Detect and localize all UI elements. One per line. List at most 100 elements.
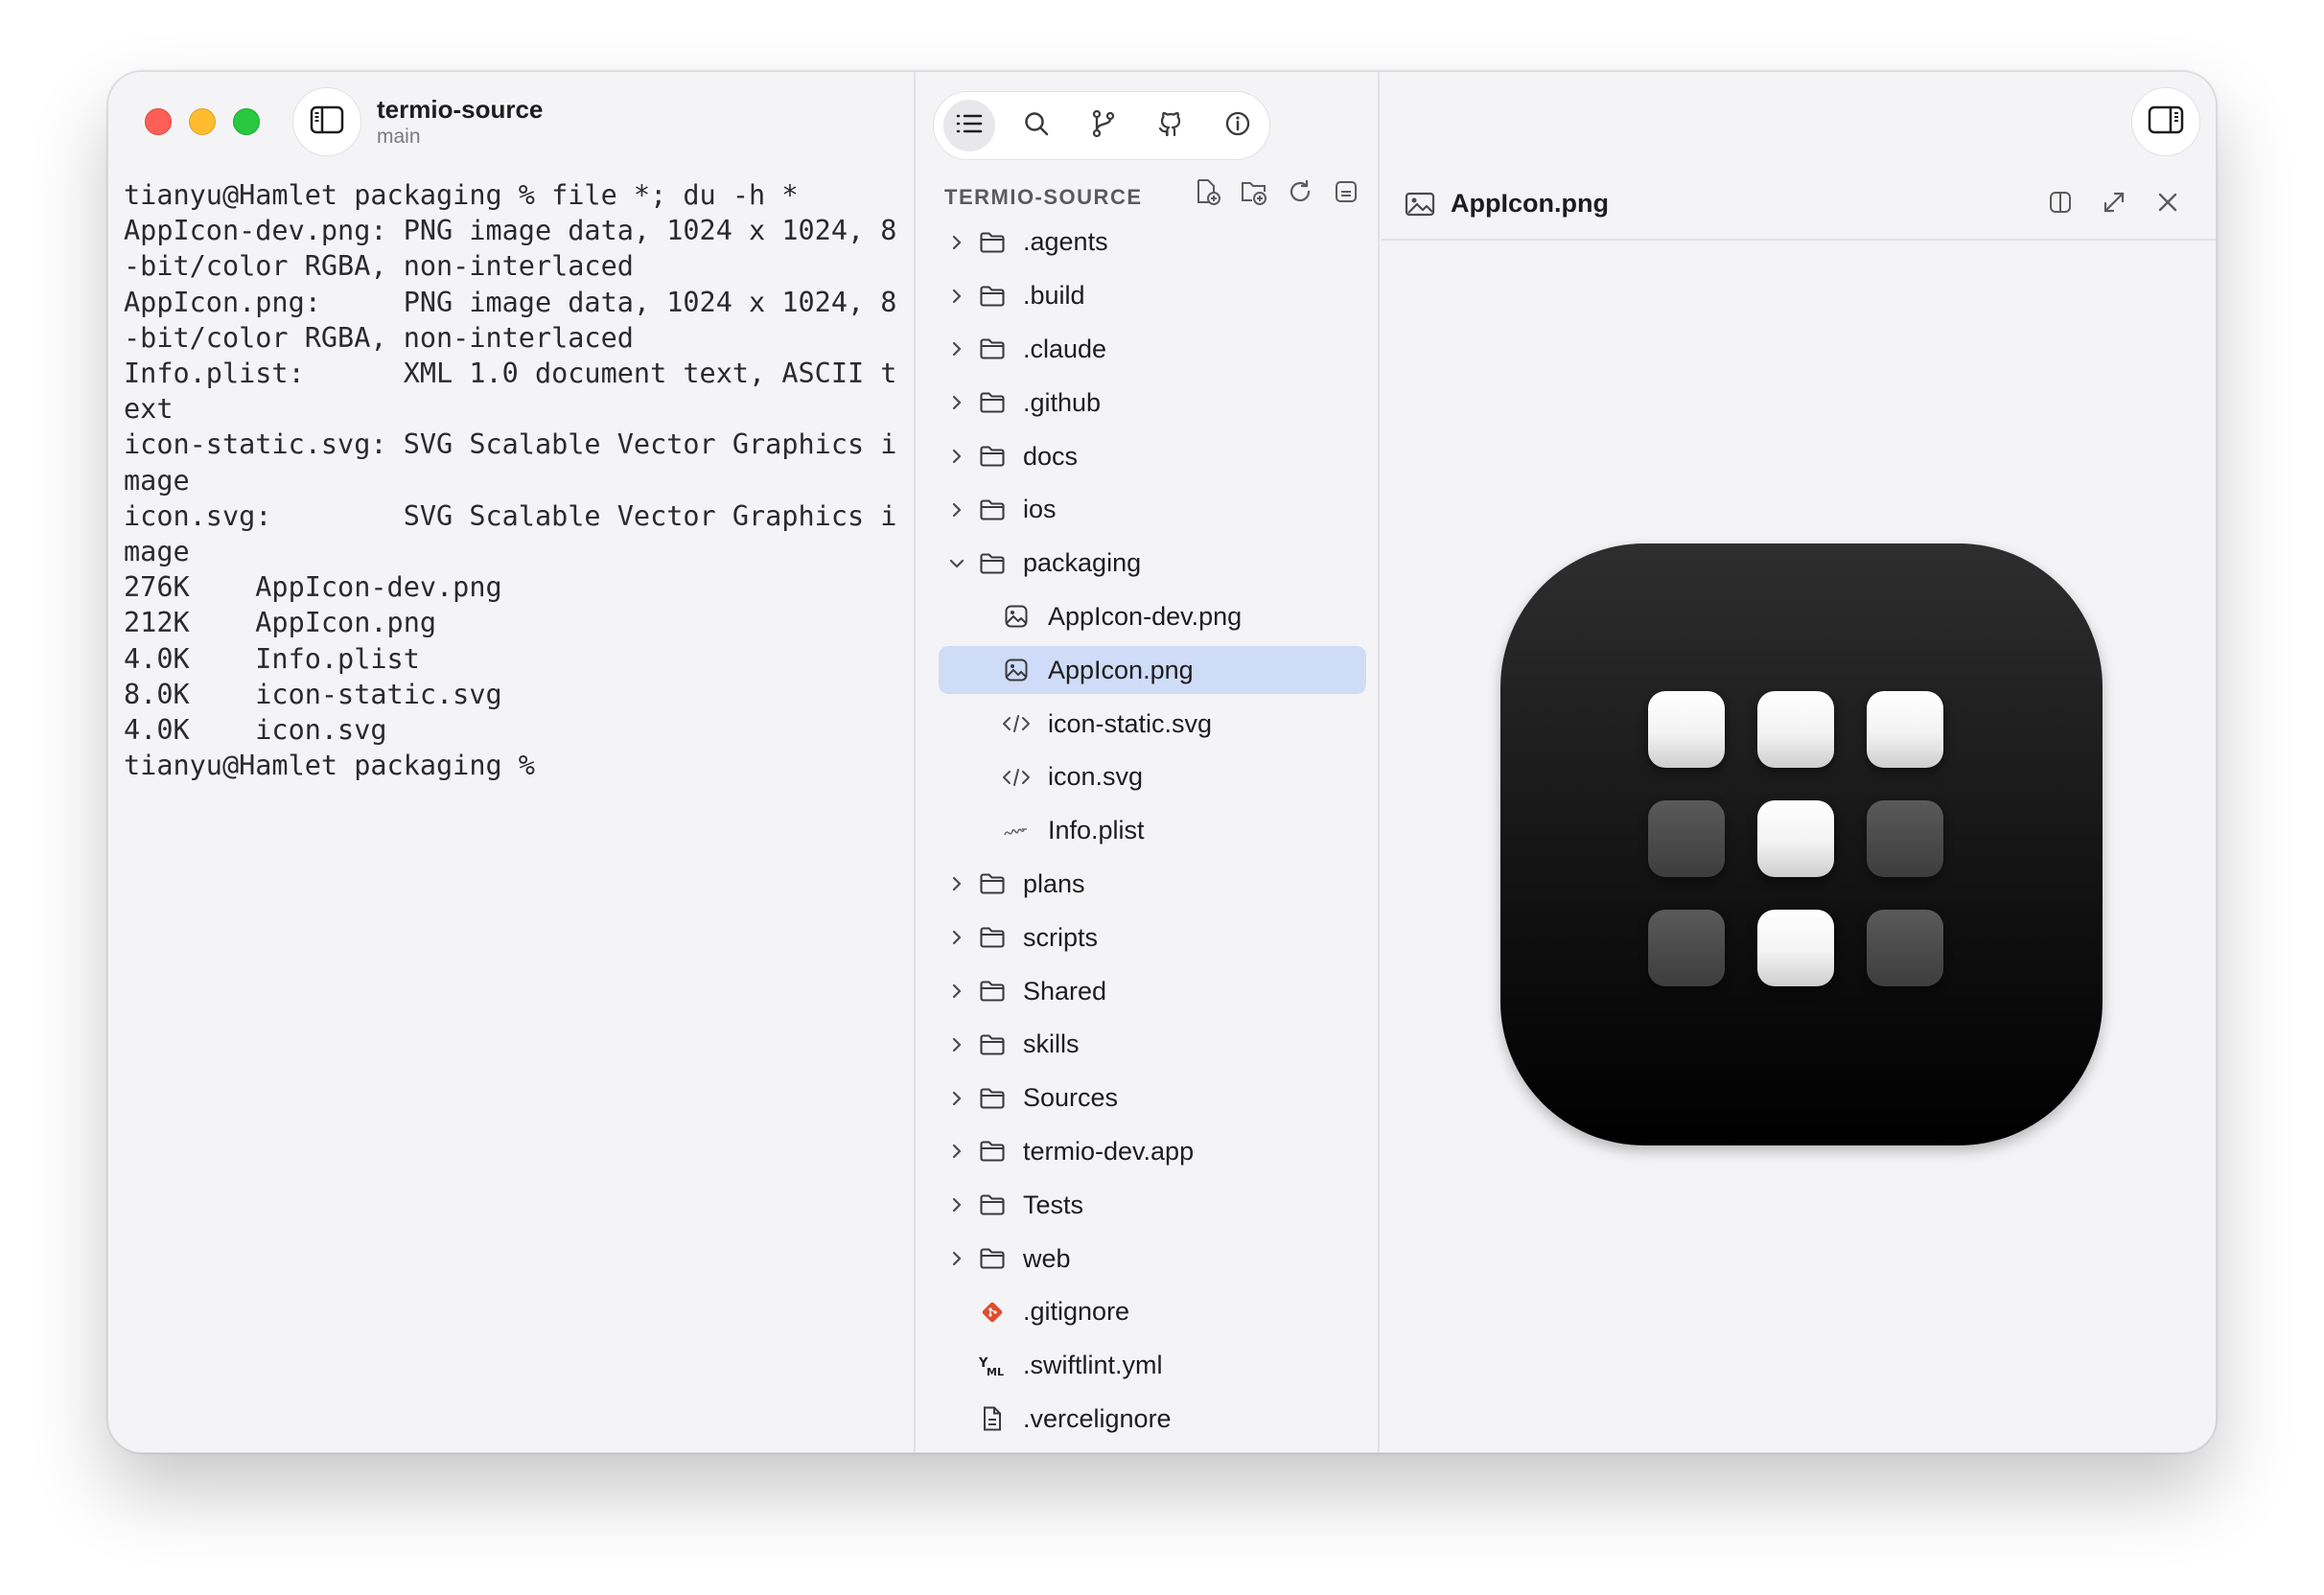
chevron-right-icon[interactable] [946, 981, 967, 1002]
terminal-line: AppIcon.png: PNG image data, 1024 x 1024… [124, 286, 897, 318]
tree-folder-item[interactable]: .github [918, 376, 1378, 429]
terminal-output[interactable]: tianyu@Hamlet packaging % file *; du -h … [124, 177, 900, 783]
terminal-line: 4.0K icon.svg [124, 714, 387, 747]
chevron-right-icon[interactable] [946, 1088, 967, 1109]
tree-file-item[interactable]: Y ML .swiftlint.yml [918, 1339, 1378, 1393]
collapse-all-button[interactable] [1332, 179, 1360, 208]
tree-file-item[interactable]: icon-static.svg [918, 697, 1378, 751]
folder-icon [978, 1190, 1007, 1219]
tree-folder-item[interactable]: packaging [918, 537, 1378, 590]
folder-icon [978, 496, 1007, 524]
close-icon [2154, 189, 2181, 220]
terminal-line: 4.0K Info.plist [124, 642, 420, 675]
tree-item-label: Sources [1023, 1083, 1119, 1113]
refresh-button[interactable] [1286, 179, 1314, 208]
expand-button[interactable] [2099, 189, 2129, 220]
terminal-line: icon-static.svg: SVG Scalable Vector Gra… [124, 428, 897, 461]
explorer-actions [1194, 178, 1360, 208]
tree-folder-item[interactable]: .build [918, 269, 1378, 323]
preview-title: AppIcon.png [1451, 189, 1609, 218]
new-file-button[interactable] [1194, 178, 1222, 208]
zoom-window-button[interactable] [233, 108, 260, 135]
chevron-right-icon[interactable] [946, 1141, 967, 1162]
icon-tile [1648, 910, 1725, 986]
chevron-right-icon[interactable] [946, 286, 967, 307]
icon-tile [1867, 800, 1943, 877]
chevron-right-icon[interactable] [946, 927, 967, 948]
folder-icon [978, 923, 1007, 952]
tree-folder-item[interactable]: plans [918, 858, 1378, 912]
folder-icon [978, 228, 1007, 257]
chevron-right-icon[interactable] [946, 1248, 967, 1269]
minimize-window-button[interactable] [189, 108, 216, 135]
preview-pane: AppIcon.png [1382, 72, 2216, 1452]
list-icon [955, 112, 984, 140]
close-preview-button[interactable] [2152, 189, 2183, 220]
folder-icon [978, 335, 1007, 363]
tree-folder-item[interactable]: .claude [918, 323, 1378, 377]
terminal-pane[interactable]: termio-source main tianyu@Hamlet packagi… [108, 72, 916, 1452]
tree-folder-item[interactable]: scripts [918, 911, 1378, 964]
search-view-button[interactable] [1011, 100, 1062, 151]
tree-item-label: scripts [1023, 922, 1099, 952]
chevron-right-icon[interactable] [946, 873, 967, 894]
image-file-icon [1002, 656, 1031, 684]
tree-folder-item[interactable]: web [918, 1232, 1378, 1285]
collapse-all-icon [1333, 178, 1360, 210]
source-control-view-button[interactable] [1078, 100, 1129, 151]
tree-folder-item[interactable]: termio-dev.app [918, 1125, 1378, 1179]
explorer-view-button[interactable] [943, 100, 995, 151]
terminal-line: -bit/color RGBA, non-interlaced [124, 250, 634, 283]
icon-tile [1757, 910, 1834, 986]
tree-folder-item[interactable]: docs [918, 429, 1378, 483]
github-view-button[interactable] [1145, 100, 1197, 151]
tree-file-item[interactable]: .gitignore [918, 1285, 1378, 1339]
image-file-icon [1002, 602, 1031, 631]
chevron-down-icon[interactable] [946, 553, 967, 574]
chevron-right-icon[interactable] [946, 338, 967, 359]
tree-folder-item[interactable]: skills [918, 1018, 1378, 1072]
folder-icon [978, 869, 1007, 898]
close-window-button[interactable] [145, 108, 172, 135]
tree-folder-item[interactable]: Tests [918, 1178, 1378, 1232]
folder-icon [978, 1244, 1007, 1273]
folder-icon [978, 977, 1007, 1006]
search-icon [1023, 110, 1050, 142]
inspector-toggle-button[interactable] [2131, 87, 2200, 156]
github-icon [1157, 109, 1184, 143]
new-folder-button[interactable] [1240, 179, 1268, 208]
refresh-icon [1287, 178, 1313, 210]
chevron-right-icon[interactable] [946, 392, 967, 413]
tree-folder-item[interactable]: ios [918, 483, 1378, 537]
terminal-line: tianyu@Hamlet packaging % file *; du -h … [124, 179, 799, 211]
chevron-right-icon[interactable] [946, 1194, 967, 1215]
tree-item-label: skills [1023, 1029, 1080, 1059]
svg-text:ML: ML [987, 1366, 1004, 1378]
app-window: termio-source main tianyu@Hamlet packagi… [107, 71, 2217, 1453]
terminal-line: mage [124, 536, 190, 568]
tree-file-item[interactable]: AppIcon.png [918, 643, 1378, 697]
chevron-right-icon[interactable] [946, 499, 967, 520]
tree-item-label: docs [1023, 441, 1079, 471]
tree-file-item[interactable]: .vercelignore [918, 1393, 1378, 1446]
view-switcher-toolbar [933, 91, 1270, 160]
tree-file-item[interactable]: icon.svg [918, 751, 1378, 804]
tree-file-item[interactable]: AppIcon-dev.png [918, 590, 1378, 644]
folder-icon [978, 388, 1007, 417]
sidebar-toggle-button[interactable] [292, 87, 361, 156]
chevron-right-icon[interactable] [946, 232, 967, 253]
split-view-button[interactable] [2045, 189, 2076, 220]
chevron-right-icon[interactable] [946, 1034, 967, 1055]
preview-tab-bar: AppIcon.png [1382, 168, 2216, 241]
terminal-line: icon.svg: SVG Scalable Vector Graphics i [124, 499, 897, 532]
tree-item-label: .agents [1023, 227, 1108, 257]
tree-file-item[interactable]: Info.plist [918, 804, 1378, 858]
tree-item-label: .github [1023, 387, 1102, 417]
chevron-right-icon[interactable] [946, 446, 967, 467]
tree-folder-item[interactable]: Shared [918, 964, 1378, 1018]
tree-folder-item[interactable]: .agents [918, 216, 1378, 269]
info-view-button[interactable] [1212, 100, 1264, 151]
explorer-header: TERMIO-SOURCE [944, 185, 1143, 209]
expand-icon [2101, 189, 2127, 220]
tree-folder-item[interactable]: Sources [918, 1072, 1378, 1125]
